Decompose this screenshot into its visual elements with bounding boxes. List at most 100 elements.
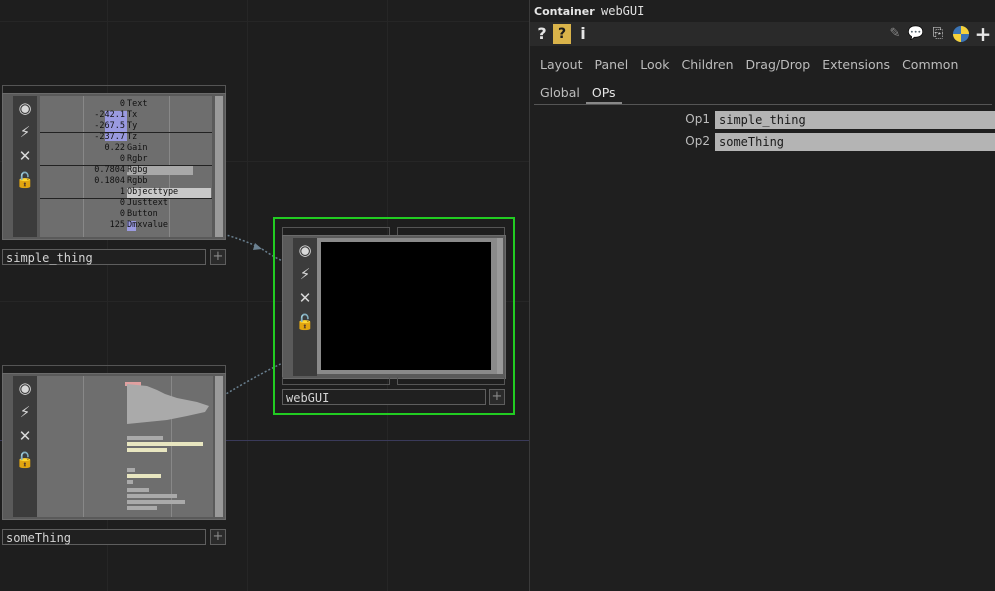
channel-name: Rgbg <box>127 165 148 175</box>
cook-icon[interactable]: ⚡ <box>13 120 37 144</box>
node-top-edge <box>282 227 390 235</box>
channel-value: 0.7804 <box>94 165 125 175</box>
channel-value: 125 <box>109 220 125 230</box>
node-name-field[interactable]: simple_thing <box>2 249 206 265</box>
lock-icon[interactable]: 🔓 <box>13 448 37 472</box>
channel-name: Rgbb <box>127 176 148 186</box>
subtab-global[interactable]: Global <box>534 84 586 102</box>
panel-viewer-screen <box>321 242 491 370</box>
op-name-field[interactable]: webGUI <box>601 4 644 18</box>
param-value-field[interactable]: someThing <box>715 133 995 151</box>
node-something[interactable]: ◉ ⚡ ✕ 🔓 someThing + <box>2 365 226 547</box>
node-name-field[interactable]: webGUI <box>282 389 486 405</box>
cook-icon[interactable]: ⚡ <box>13 400 37 424</box>
bypass-icon[interactable]: ✕ <box>293 286 317 310</box>
channel-name: Objecttype <box>127 187 179 197</box>
channel-value: 1 <box>119 187 125 197</box>
channel-value: 0.1804 <box>94 176 125 186</box>
channel-row: 0 Rgbr <box>40 154 212 165</box>
node-top-edge <box>397 227 505 235</box>
node-scrollbar[interactable] <box>497 238 503 374</box>
channel-row: 0 Justtext <box>40 198 212 209</box>
panel-viewer[interactable] <box>317 238 497 374</box>
subtab-ops[interactable]: OPs <box>585 84 622 104</box>
channel-name: Dmxvalue <box>127 220 168 230</box>
channel-value: 0 <box>119 99 125 109</box>
cook-icon[interactable]: ⚡ <box>293 262 317 286</box>
viewer-toggle-icon[interactable]: ◉ <box>13 96 37 120</box>
channel-value: 0 <box>119 154 125 164</box>
channel-name: Tx <box>127 110 138 120</box>
param-subtabs: Global OPs <box>534 84 992 105</box>
channel-name: Tz <box>127 132 138 142</box>
node-webgui[interactable]: ◉ ⚡ ✕ 🔓 webGUI + <box>273 217 515 415</box>
info-icon[interactable]: i <box>577 24 589 44</box>
clipboard-icon[interactable]: ⎘ <box>929 24 947 44</box>
channel-row: 0 Text <box>40 99 212 110</box>
node-top-edge <box>2 365 226 373</box>
node-name-field[interactable]: someThing <box>2 529 206 545</box>
help-icon[interactable]: ? <box>534 24 550 44</box>
tab-layout[interactable]: Layout <box>534 56 589 74</box>
viewer-toggle-icon[interactable]: ◉ <box>13 376 37 400</box>
param-toolbar: ? ? i ✎ 💬 ⎘ + <box>530 22 995 46</box>
lock-icon[interactable]: 🔓 <box>13 168 37 192</box>
channel-name: Text <box>127 99 148 109</box>
node-top-edge <box>2 85 226 93</box>
param-label: Op1 <box>685 112 710 126</box>
chop-viewer[interactable]: 0 Text -242.1 Tx -267.5 Ty -237.7 Tz 0.22 Gain 0 Rg… <box>40 96 212 237</box>
param-value-field[interactable]: simple_thing <box>715 111 995 129</box>
channel-row: 1 Objecttype <box>40 187 212 198</box>
lock-icon[interactable]: 🔓 <box>293 310 317 334</box>
node-scrollbar[interactable] <box>215 376 223 517</box>
node-plus-button[interactable]: + <box>210 529 226 545</box>
node-scrollbar[interactable] <box>215 96 223 237</box>
node-plus-button[interactable]: + <box>210 249 226 265</box>
param-row-op2: Op2 someThing <box>530 132 995 152</box>
node-body: ◉ ⚡ ✕ 🔓 0 Text -242.1 Tx -267.5 Ty -237.7 Tz 0.2… <box>2 93 226 240</box>
tab-extensions[interactable]: Extensions <box>816 56 896 74</box>
channel-value: 0 <box>119 209 125 219</box>
tab-common[interactable]: Common <box>896 56 964 74</box>
node-body: ◉ ⚡ ✕ 🔓 <box>282 235 506 379</box>
python-help-icon[interactable]: ? <box>553 24 571 44</box>
op-type-label: Container <box>534 5 595 18</box>
edit-icon[interactable]: ✎ <box>887 24 903 44</box>
channel-value: 0.22 <box>104 143 125 153</box>
parameter-panel: Container webGUI ? ? i ✎ 💬 ⎘ + Layout Pa… <box>529 0 995 591</box>
network-editor[interactable]: ◉ ⚡ ✕ 🔓 0 Text -242.1 Tx -267.5 Ty -237.7 Tz 0.2… <box>0 0 529 591</box>
bypass-icon[interactable]: ✕ <box>13 144 37 168</box>
node-bottom-edge <box>397 377 505 385</box>
tab-children[interactable]: Children <box>676 56 740 74</box>
node-sidebar: ◉ ⚡ ✕ 🔓 <box>13 376 37 517</box>
channel-name: Rgbr <box>127 154 148 164</box>
node-sidebar: ◉ ⚡ ✕ 🔓 <box>13 96 37 237</box>
channel-row: 0.1804 Rgbb <box>40 176 212 187</box>
comment-icon[interactable]: 💬 <box>907 24 925 44</box>
tab-drag-drop[interactable]: Drag/Drop <box>740 56 817 74</box>
channel-value: 0 <box>119 198 125 208</box>
channel-row: 125 Dmxvalue <box>40 220 212 231</box>
channel-name: Gain <box>127 143 148 153</box>
channel-value: -237.7 <box>94 132 125 142</box>
channel-value: -242.1 <box>94 110 125 120</box>
node-simple-thing[interactable]: ◉ ⚡ ✕ 🔓 0 Text -242.1 Tx -267.5 Ty -237.7 Tz 0.2… <box>2 85 226 267</box>
add-icon[interactable]: + <box>974 24 992 44</box>
param-row-op1: Op1 simple_thing <box>530 110 995 130</box>
viewer-toggle-icon[interactable]: ◉ <box>293 238 317 262</box>
param-page-tabs: Layout Panel Look Children Drag/Drop Ext… <box>534 56 964 74</box>
python-icon[interactable] <box>951 24 971 44</box>
param-label: Op2 <box>685 134 710 148</box>
tab-look[interactable]: Look <box>634 56 675 74</box>
channel-row: -267.5 Ty <box>40 121 212 132</box>
node-sidebar: ◉ ⚡ ✕ 🔓 <box>293 238 317 376</box>
chop-viewer[interactable] <box>37 376 213 517</box>
tab-panel[interactable]: Panel <box>589 56 635 74</box>
channel-value: -267.5 <box>94 121 125 131</box>
node-body: ◉ ⚡ ✕ 🔓 <box>2 373 226 520</box>
channel-row: -242.1 Tx <box>40 110 212 121</box>
bypass-icon[interactable]: ✕ <box>13 424 37 448</box>
channel-name: Justtext <box>127 198 168 208</box>
channel-name: Ty <box>127 121 138 131</box>
node-plus-button[interactable]: + <box>489 389 505 405</box>
